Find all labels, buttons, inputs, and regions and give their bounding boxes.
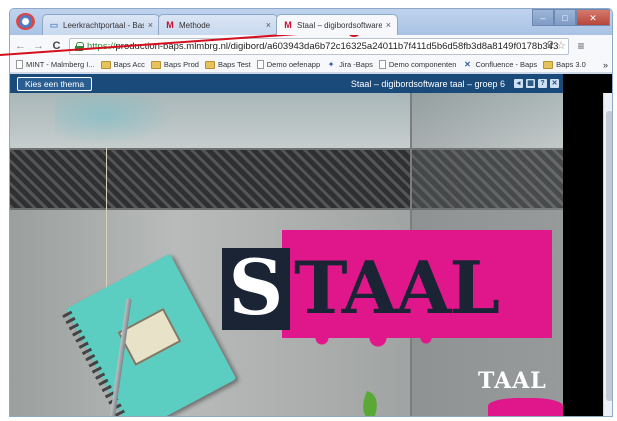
bookmark-label: Demo componenten bbox=[388, 60, 457, 69]
chrome-logo-icon bbox=[16, 13, 35, 30]
jira-icon: ✦ bbox=[327, 59, 335, 69]
bookmark-item[interactable]: Baps Test bbox=[204, 60, 251, 69]
bookmark-item[interactable]: ✦ Jira -Baps bbox=[326, 60, 373, 69]
logo-wordmark: TAAL bbox=[292, 243, 554, 333]
scrollbar[interactable] bbox=[603, 93, 612, 416]
bookmark-item[interactable]: Baps Prod bbox=[150, 60, 199, 69]
tab-label: Methode bbox=[179, 20, 211, 30]
window-controls: – □ ✕ bbox=[532, 9, 610, 26]
tab-strip: ▭ Leerkrachtportaal - Basisp × M Methode… bbox=[10, 9, 612, 35]
bookmark-item[interactable]: Baps Acc bbox=[100, 60, 145, 69]
lock-icon bbox=[75, 41, 84, 51]
bookmarks-overflow-icon[interactable]: » bbox=[603, 60, 608, 70]
paint-drips bbox=[290, 338, 450, 356]
bookmark-star-icon[interactable]: ☆ bbox=[556, 39, 566, 52]
bookmark-label: Baps Test bbox=[217, 60, 251, 69]
help-icon[interactable]: ? bbox=[538, 79, 547, 88]
browser-toolbar: ← → C https:// production-baps.mlmbrg.nl… bbox=[10, 35, 612, 57]
bookmark-label: Baps Acc bbox=[113, 60, 145, 69]
page-icon bbox=[16, 60, 23, 69]
logo-wordmark-text: TAAL bbox=[292, 245, 500, 330]
screenshot: ▭ Leerkrachtportaal - Basisp × M Methode… bbox=[0, 0, 617, 421]
sound-icon[interactable]: ◂ bbox=[514, 79, 523, 88]
bookmark-label: Jira -Baps bbox=[339, 60, 373, 69]
app-header: Kies een thema Staal – digibordsoftware … bbox=[10, 74, 563, 93]
folder-icon bbox=[100, 60, 111, 69]
forward-arrow-icon[interactable]: → bbox=[31, 39, 46, 54]
scroll-thumb[interactable] bbox=[606, 111, 612, 401]
url-text: production-baps.mlmbrg.nl/digibord/a6039… bbox=[115, 40, 559, 52]
page-icon bbox=[256, 60, 264, 69]
bookmarks-bar: MINT - Malmberg I... Baps Acc Baps Prod … bbox=[10, 57, 612, 73]
menu-icon[interactable]: ≡ bbox=[575, 39, 587, 54]
bookmark-item[interactable]: Demo oefenapp bbox=[256, 60, 321, 69]
close-icon[interactable]: × bbox=[386, 20, 391, 30]
folder-icon bbox=[543, 60, 554, 69]
m-logo-icon: M bbox=[284, 20, 292, 30]
close-icon[interactable]: × bbox=[266, 20, 271, 30]
app-title: Staal – digibordsoftware taal – groep 6 bbox=[350, 78, 505, 89]
tab-label: Leerkrachtportaal - Basisp bbox=[63, 20, 144, 30]
bookmark-item[interactable]: Demo componenten bbox=[378, 60, 457, 69]
close-icon[interactable]: ✕ bbox=[550, 79, 559, 88]
page-viewport: Kies een thema Staal – digibordsoftware … bbox=[10, 74, 612, 416]
bookmark-item[interactable]: Baps 3.0 bbox=[543, 60, 586, 69]
bookmark-item[interactable]: MINT - Malmberg I... bbox=[16, 60, 95, 69]
page-icon: ▭ bbox=[49, 20, 59, 30]
confluence-icon: ✕ bbox=[464, 59, 471, 69]
hanging-string bbox=[106, 148, 107, 298]
bookmark-label: Confluence - Baps bbox=[475, 60, 538, 69]
page-icon bbox=[378, 60, 386, 69]
logo-subtitle: TAAL bbox=[478, 368, 547, 394]
m-logo-icon: M bbox=[166, 20, 174, 30]
close-icon[interactable]: × bbox=[148, 20, 153, 30]
grid-icon[interactable]: ▦ bbox=[526, 79, 535, 88]
tab-methode[interactable]: M Methode × bbox=[158, 14, 278, 35]
browser-window: ▭ Leerkrachtportaal - Basisp × M Methode… bbox=[9, 8, 613, 417]
reload-icon[interactable]: C bbox=[49, 39, 64, 54]
folder-icon bbox=[150, 60, 161, 69]
header-icons: ◂ ▦ ? ✕ bbox=[511, 79, 559, 88]
tab-leerkrachtportaal[interactable]: ▭ Leerkrachtportaal - Basisp × bbox=[42, 14, 160, 35]
search-icon[interactable]: ⚲ bbox=[547, 40, 554, 51]
minimize-button[interactable]: – bbox=[532, 9, 554, 26]
bookmark-label: Baps 3.0 bbox=[556, 60, 586, 69]
cover-image: S TAAL TAAL bbox=[10, 93, 563, 416]
tab-staal[interactable]: M Staal – digibordsoftware t × bbox=[276, 14, 398, 35]
maximize-button[interactable]: □ bbox=[554, 9, 576, 26]
window-close-button[interactable]: ✕ bbox=[576, 9, 610, 26]
address-bar[interactable]: https:// production-baps.mlmbrg.nl/digib… bbox=[69, 37, 569, 55]
bookmark-item[interactable]: ✕ Confluence - Baps bbox=[462, 60, 537, 69]
folder-icon bbox=[204, 60, 215, 69]
choose-theme-button[interactable]: Kies een thema bbox=[17, 76, 93, 91]
bookmark-label: Demo oefenapp bbox=[266, 60, 321, 69]
back-arrow-icon[interactable]: ← bbox=[13, 39, 28, 54]
paint-splash bbox=[55, 95, 175, 145]
tab-label: Staal – digibordsoftware t bbox=[297, 20, 382, 30]
url-scheme: https:// bbox=[87, 40, 116, 52]
logo-letter-s: S bbox=[228, 243, 284, 332]
bookmark-label: MINT - Malmberg I... bbox=[26, 60, 95, 69]
bookmark-label: Baps Prod bbox=[163, 60, 199, 69]
paint-corner bbox=[488, 398, 563, 416]
